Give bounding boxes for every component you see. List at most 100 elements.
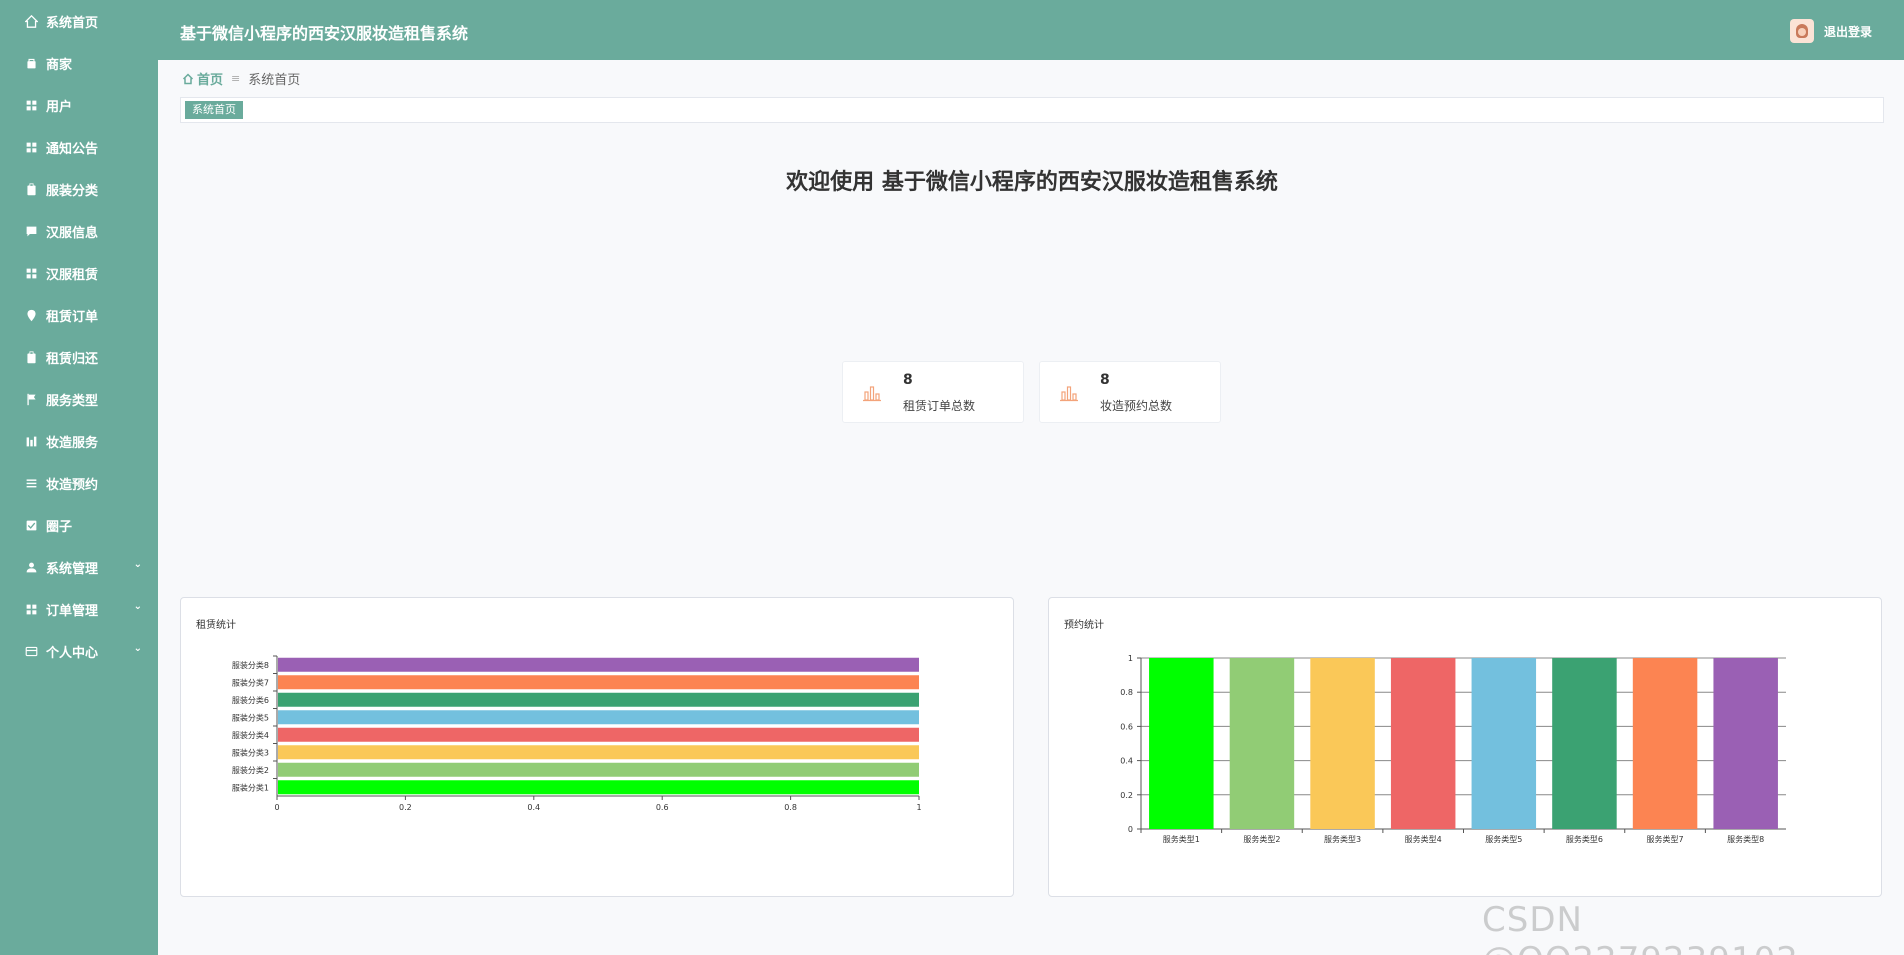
sidebar-item-label: 服装分类 bbox=[46, 183, 99, 199]
chevron-down-icon: ⌄ bbox=[133, 601, 142, 612]
clipboard-icon bbox=[24, 350, 38, 364]
bar bbox=[278, 710, 919, 725]
sidebar-item-11[interactable]: 妆造服务 bbox=[0, 420, 158, 462]
grid-icon bbox=[24, 140, 38, 154]
breadcrumb-home[interactable]: 首页 bbox=[182, 69, 223, 88]
sidebar-item-label: 用户 bbox=[46, 99, 73, 115]
clipboard-icon bbox=[24, 182, 38, 196]
logout-button[interactable]: 退出登录 bbox=[1824, 23, 1872, 40]
sidebar-item-label: 个人中心 bbox=[46, 645, 99, 661]
avatar-face-icon bbox=[1796, 24, 1808, 38]
top-header: 基于微信小程序的西安汉服妆造租售系统 退出登录 bbox=[158, 0, 1904, 60]
sidebar-item-14[interactable]: 系统管理 ⌄ bbox=[0, 546, 158, 588]
user-icon bbox=[24, 560, 38, 574]
y-tick-label: 服装分类7 bbox=[232, 677, 269, 687]
bar-chart-icon bbox=[1060, 386, 1078, 402]
sidebar-item-9[interactable]: 租赁归还 bbox=[0, 336, 158, 378]
x-tick-label: 服务类型8 bbox=[1727, 834, 1764, 844]
booking-stats-panel: 预约统计 0 0.2 0.4 0.6 0.8 1 服务类型1 服务类型2 服务类型3 服务类型4 服… bbox=[1048, 597, 1882, 897]
sidebar-item-label: 妆造预约 bbox=[46, 477, 99, 493]
bar bbox=[278, 675, 919, 690]
bar bbox=[1471, 658, 1537, 829]
y-tick-label: 1 bbox=[1128, 654, 1133, 663]
y-tick-label: 服装分类2 bbox=[232, 765, 269, 775]
home-icon bbox=[182, 72, 194, 84]
x-tick-label: 1 bbox=[916, 803, 921, 812]
sidebar-item-label: 汉服信息 bbox=[46, 225, 99, 241]
watermark: CSDN @QQ2279239102 bbox=[1482, 900, 1798, 955]
sidebar-item-label: 商家 bbox=[46, 57, 73, 73]
x-tick-label: 服务类型1 bbox=[1163, 834, 1200, 844]
welcome-heading: 欢迎使用 基于微信小程序的西安汉服妆造租售系统 bbox=[786, 170, 1278, 195]
tabs-bar: 系统首页 bbox=[180, 97, 1884, 123]
sidebar-item-label: 妆造服务 bbox=[46, 435, 99, 451]
chat-icon bbox=[24, 224, 38, 238]
sidebar-item-label: 系统首页 bbox=[46, 15, 99, 31]
sidebar-item-2[interactable]: 商家 bbox=[0, 42, 158, 84]
sidebar-item-label: 系统管理 bbox=[46, 561, 99, 577]
y-tick-label: 0.4 bbox=[1120, 757, 1133, 766]
tab-home[interactable]: 系统首页 bbox=[185, 101, 243, 119]
sidebar-item-1[interactable]: 系统首页 bbox=[0, 0, 158, 42]
y-tick-label: 0 bbox=[1128, 825, 1133, 834]
breadcrumb: 首页 ≡ 系统首页 bbox=[182, 69, 300, 88]
sidebar-item-10[interactable]: 服务类型 bbox=[0, 378, 158, 420]
bar bbox=[1229, 658, 1295, 829]
bar bbox=[1310, 658, 1375, 829]
bar bbox=[1552, 658, 1617, 829]
y-tick-label: 服装分类8 bbox=[232, 660, 269, 670]
shop-icon bbox=[24, 56, 38, 70]
bar-chart-icon bbox=[863, 386, 881, 402]
sidebar-item-label: 订单管理 bbox=[46, 603, 99, 619]
location-icon bbox=[24, 308, 38, 322]
chevron-down-icon: ⌄ bbox=[133, 559, 142, 570]
sidebar: 系统首页商家用户通知公告服装分类汉服信息汉服租赁租赁订单 租赁归还服务类型妆造服务… bbox=[0, 0, 158, 955]
sidebar-item-3[interactable]: 用户 bbox=[0, 84, 158, 126]
stat-value: 8 bbox=[1100, 372, 1110, 388]
x-tick-label: 0.2 bbox=[399, 803, 412, 812]
card-icon bbox=[24, 644, 38, 658]
bar bbox=[1149, 658, 1214, 829]
sidebar-item-label: 通知公告 bbox=[46, 141, 99, 157]
chart-icon bbox=[24, 434, 38, 448]
sidebar-item-6[interactable]: 汉服信息 bbox=[0, 210, 158, 252]
y-tick-label: 服装分类3 bbox=[232, 747, 269, 757]
sidebar-item-8[interactable]: 租赁订单 bbox=[0, 294, 158, 336]
sidebar-item-12[interactable]: 妆造预约 bbox=[0, 462, 158, 504]
stat-card-rental-orders: 8 租赁订单总数 bbox=[842, 361, 1024, 423]
breadcrumb-current: 系统首页 bbox=[248, 73, 301, 88]
x-tick-label: 0 bbox=[274, 803, 279, 812]
y-tick-label: 0.2 bbox=[1120, 791, 1133, 800]
x-tick-label: 服务类型7 bbox=[1647, 834, 1684, 844]
bar bbox=[1390, 658, 1456, 829]
sidebar-item-15[interactable]: 订单管理 ⌄ bbox=[0, 588, 158, 630]
checkbox-icon bbox=[24, 518, 38, 532]
avatar[interactable] bbox=[1790, 19, 1814, 43]
stat-label: 租赁订单总数 bbox=[903, 399, 976, 413]
x-tick-label: 0.8 bbox=[784, 803, 797, 812]
bar bbox=[278, 727, 919, 742]
sidebar-item-5[interactable]: 服装分类 bbox=[0, 168, 158, 210]
sidebar-item-7[interactable]: 汉服租赁 bbox=[0, 252, 158, 294]
breadcrumb-home-label: 首页 bbox=[197, 73, 224, 88]
breadcrumb-separator: ≡ bbox=[231, 72, 241, 85]
sidebar-item-label: 圈子 bbox=[46, 519, 73, 535]
x-tick-label: 服务类型4 bbox=[1405, 834, 1442, 844]
x-tick-label: 服务类型5 bbox=[1485, 834, 1522, 844]
grid-icon bbox=[24, 98, 38, 112]
sidebar-item-label: 服务类型 bbox=[46, 393, 99, 409]
bar bbox=[278, 657, 919, 672]
stat-value: 8 bbox=[903, 372, 913, 388]
y-tick-label: 0.8 bbox=[1120, 688, 1133, 697]
sidebar-item-label: 汉服租赁 bbox=[46, 267, 99, 283]
x-tick-label: 服务类型2 bbox=[1243, 834, 1280, 844]
booking-stats-chart: 0 0.2 0.4 0.6 0.8 1 服务类型1 服务类型2 服务类型3 服务类型4 服务类型5 服… bbox=[1120, 654, 1786, 844]
rental-stats-chart: 0 0.2 0.4 0.6 0.8 1 服装分类1 服装分类2 服装分类3 服装分类4 服装分类5 服… bbox=[232, 655, 922, 812]
x-tick-label: 服务类型3 bbox=[1324, 834, 1361, 844]
sidebar-item-13[interactable]: 圈子 bbox=[0, 504, 158, 546]
sidebar-item-16[interactable]: 个人中心 ⌄ bbox=[0, 630, 158, 672]
flag-icon bbox=[24, 392, 38, 406]
bar bbox=[1713, 658, 1778, 829]
home-icon bbox=[24, 14, 38, 28]
sidebar-item-4[interactable]: 通知公告 bbox=[0, 126, 158, 168]
